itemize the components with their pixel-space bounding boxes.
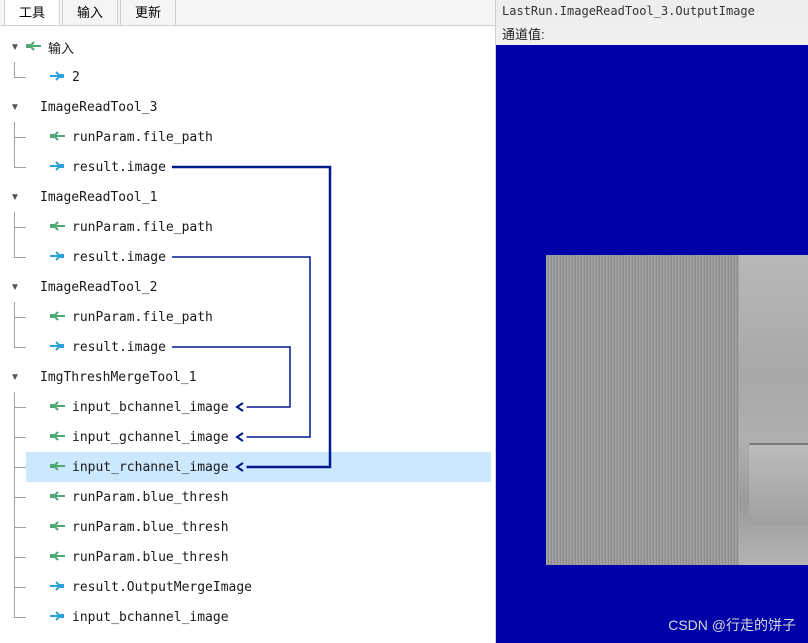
input-arrow-icon: [48, 460, 66, 474]
tree-row[interactable]: ▼ ImageReadTool_3: [4, 92, 491, 122]
tree-row[interactable]: input_bchannel_image: [26, 602, 491, 632]
tree-row[interactable]: 2: [26, 62, 491, 92]
input-arrow-icon: [24, 40, 42, 54]
tree-group-input: ▼ 输入 2: [4, 32, 491, 92]
input-arrow-icon: [48, 130, 66, 144]
tree-label: result.image: [72, 160, 166, 175]
tree-label: 输入: [48, 38, 74, 57]
left-panel: 工具 输入 更新 ▼ 输入 2: [0, 0, 496, 643]
tree-label: runParam.file_path: [72, 220, 213, 235]
output-arrow-icon: [48, 340, 66, 354]
tree-label: runParam.blue_thresh: [72, 490, 229, 505]
tree-row[interactable]: runParam.file_path: [26, 302, 491, 332]
watermark-text: CSDN @行走的饼子: [668, 615, 796, 635]
wire-endpoint-icon: [233, 461, 245, 473]
tree-label: input_bchannel_image: [72, 610, 229, 625]
tree-group-imagereadtool2: ▼ ImageReadTool_2 runParam.file_path res…: [4, 272, 491, 362]
tree-row[interactable]: ▼ ImageReadTool_2: [4, 272, 491, 302]
tree-row[interactable]: result.image: [26, 332, 491, 362]
expand-toggle-icon[interactable]: ▼: [8, 100, 22, 114]
tree-label: input_gchannel_image: [72, 430, 229, 445]
tree-row[interactable]: runParam.blue_thresh: [26, 482, 491, 512]
output-arrow-icon: [48, 160, 66, 174]
tree-label: runParam.file_path: [72, 130, 213, 145]
tree-label: ImageReadTool_1: [40, 190, 157, 205]
tree-label: ImageReadTool_3: [40, 100, 157, 115]
tab-update[interactable]: 更新: [120, 0, 176, 25]
tree-row[interactable]: input_bchannel_image: [26, 392, 491, 422]
tree-label: 2: [72, 70, 80, 85]
tab-bar: 工具 输入 更新: [0, 0, 495, 26]
output-arrow-icon: [48, 250, 66, 264]
tree-row[interactable]: result.OutputMergeImage: [26, 572, 491, 602]
input-arrow-icon: [48, 220, 66, 234]
expand-toggle-icon[interactable]: ▼: [8, 370, 22, 384]
tree-label: ImgThreshMergeTool_1: [40, 370, 197, 385]
wire-endpoint-icon: [233, 431, 245, 443]
tree-label: runParam.file_path: [72, 310, 213, 325]
tree-row[interactable]: ▼ ImgThreshMergeTool_1: [4, 362, 491, 392]
tree-row[interactable]: runParam.file_path: [26, 212, 491, 242]
image-viewport[interactable]: CSDN @行走的饼子: [496, 45, 808, 643]
input-arrow-icon: [48, 550, 66, 564]
tab-tools[interactable]: 工具: [4, 0, 60, 25]
tree-group-imgthreshmerge: ▼ ImgThreshMergeTool_1 input_bchannel_im…: [4, 362, 491, 632]
input-arrow-icon: [48, 490, 66, 504]
tree-row[interactable]: ▼ 输入: [4, 32, 491, 62]
tree-view[interactable]: ▼ 输入 2 ▼ ImageReadTool_3: [0, 26, 495, 643]
right-panel: LastRun.ImageReadTool_3.OutputImage 通道值:…: [496, 0, 808, 643]
wire-endpoint-icon: [233, 401, 245, 413]
app-root: 工具 输入 更新 ▼ 输入 2: [0, 0, 808, 643]
preview-image: [546, 255, 808, 565]
expand-toggle-icon[interactable]: ▼: [8, 190, 22, 204]
tree-label: input_rchannel_image: [72, 460, 229, 475]
preview-title: LastRun.ImageReadTool_3.OutputImage: [496, 0, 808, 22]
expand-toggle-icon[interactable]: ▼: [8, 40, 22, 54]
tree-row[interactable]: runParam.blue_thresh: [26, 542, 491, 572]
expand-toggle-icon[interactable]: ▼: [8, 280, 22, 294]
tab-input[interactable]: 输入: [62, 0, 118, 25]
tree-label: input_bchannel_image: [72, 400, 229, 415]
output-arrow-icon: [48, 70, 66, 84]
input-arrow-icon: [48, 310, 66, 324]
tree-label: result.image: [72, 340, 166, 355]
tree-row[interactable]: result.image: [26, 152, 491, 182]
tree-label: runParam.blue_thresh: [72, 520, 229, 535]
tree-row[interactable]: input_gchannel_image: [26, 422, 491, 452]
tree-group-imagereadtool3: ▼ ImageReadTool_3 runParam.file_path res…: [4, 92, 491, 182]
tree-row[interactable]: runParam.file_path: [26, 122, 491, 152]
input-arrow-icon: [48, 400, 66, 414]
tree-row[interactable]: runParam.blue_thresh: [26, 512, 491, 542]
tree-group-imagereadtool1: ▼ ImageReadTool_1 runParam.file_path res…: [4, 182, 491, 272]
tree-label: runParam.blue_thresh: [72, 550, 229, 565]
channel-label: 通道值:: [496, 22, 808, 45]
output-arrow-icon: [48, 580, 66, 594]
tree-label: result.OutputMergeImage: [72, 580, 252, 595]
tree-row[interactable]: result.image: [26, 242, 491, 272]
input-arrow-icon: [48, 520, 66, 534]
tree-row-selected[interactable]: input_rchannel_image: [26, 452, 491, 482]
tree-label: result.image: [72, 250, 166, 265]
tree-label: ImageReadTool_2: [40, 280, 157, 295]
output-arrow-icon: [48, 610, 66, 624]
input-arrow-icon: [48, 430, 66, 444]
tree-row[interactable]: ▼ ImageReadTool_1: [4, 182, 491, 212]
